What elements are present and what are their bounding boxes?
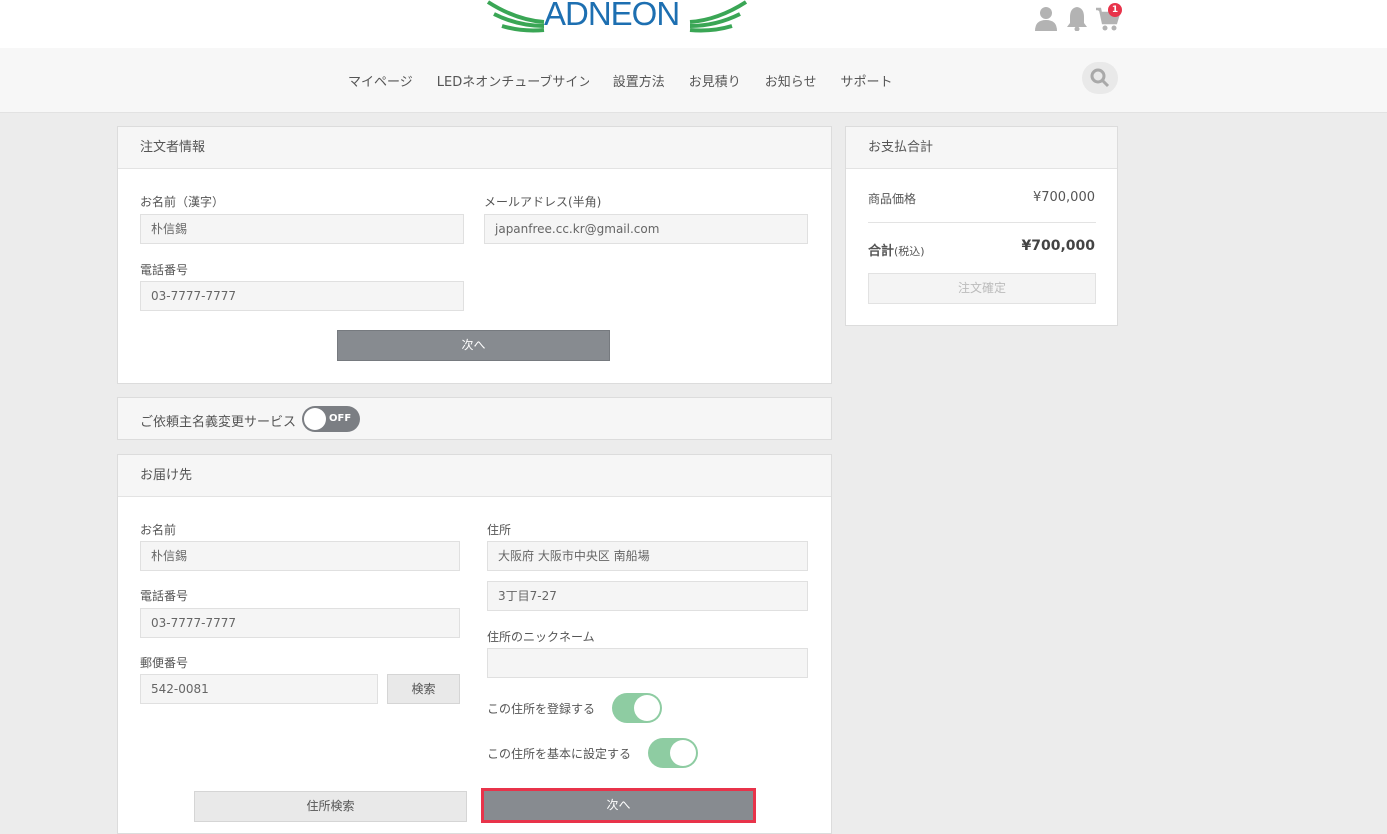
total-label-text: 合計 xyxy=(868,244,895,259)
nav-item-installation[interactable]: 設置方法 xyxy=(613,71,665,90)
payment-summary-panel: お支払合計 商品価格 ¥700,000 合計(税込) ¥700,000 注文確定 xyxy=(845,126,1118,326)
total-tax-note: (税込) xyxy=(894,245,925,258)
name-change-toggle[interactable]: OFF xyxy=(302,406,360,432)
bell-icon[interactable] xyxy=(1066,5,1088,31)
orderer-name-input[interactable]: 朴信錫 xyxy=(140,214,464,244)
confirm-order-button[interactable]: 注文確定 xyxy=(868,273,1096,304)
toggle-knob xyxy=(634,695,660,721)
nav-item-support[interactable]: サポート xyxy=(841,71,893,90)
product-price-label: 商品価格 xyxy=(868,192,917,206)
search-button[interactable] xyxy=(1082,62,1118,94)
toggle-off-text: OFF xyxy=(329,413,352,424)
orderer-email-input[interactable]: japanfree.cc.kr@gmail.com xyxy=(484,214,808,244)
delivery-name-label: お名前 xyxy=(140,523,177,537)
cart-count-badge: 1 xyxy=(1108,3,1122,17)
orderer-panel: 注文者情報 お名前（漢字） 朴信錫 メールアドレス(半角) japanfree.… xyxy=(117,126,832,384)
summary-divider xyxy=(868,222,1096,223)
register-address-label: この住所を登録する xyxy=(487,702,596,716)
delivery-phone-input[interactable]: 03-7777-7777 xyxy=(140,608,460,638)
top-header: ADNEON 1 xyxy=(0,0,1387,48)
orderer-name-label: お名前（漢字） xyxy=(140,195,225,209)
zip-search-button[interactable]: 検索 xyxy=(387,674,460,704)
user-icon[interactable] xyxy=(1034,5,1058,31)
nav-item-mypage[interactable]: マイページ xyxy=(348,71,413,90)
total-label: 合計(税込) xyxy=(868,240,925,259)
address-nickname-label: 住所のニックネーム xyxy=(487,630,595,644)
main-nav-bar: マイページ LEDネオンチューブサイン 設置方法 お見積り お知らせ サポート xyxy=(0,48,1387,113)
adneon-logo[interactable]: ADNEON xyxy=(486,0,748,36)
name-change-service-title: ご依頼主名義変更サービス xyxy=(140,415,297,430)
default-address-toggle[interactable] xyxy=(648,738,698,768)
payment-summary-title: お支払合計 xyxy=(846,127,1117,169)
delivery-panel-title: お届け先 xyxy=(118,455,831,497)
logo-text: ADNEON xyxy=(544,0,680,32)
address-label: 住所 xyxy=(487,523,512,537)
product-price-value: ¥700,000 xyxy=(1032,190,1095,205)
orderer-next-button[interactable]: 次へ xyxy=(337,330,610,361)
name-change-service-panel: ご依頼主名義変更サービス OFF xyxy=(117,397,832,440)
zip-code-input[interactable]: 542-0081 xyxy=(140,674,378,704)
delivery-name-input[interactable]: 朴信錫 xyxy=(140,541,460,571)
nav-item-led-neon[interactable]: LEDネオンチューブサイン xyxy=(437,71,589,90)
nav-item-estimate[interactable]: お見積り xyxy=(689,71,741,90)
address-line2-input[interactable]: 3丁目7-27 xyxy=(487,581,808,611)
orderer-phone-input[interactable]: 03-7777-7777 xyxy=(140,281,464,311)
total-value: ¥700,000 xyxy=(1021,238,1095,254)
orderer-phone-label: 電話番号 xyxy=(140,263,189,277)
register-address-toggle[interactable] xyxy=(612,693,662,723)
address-search-button[interactable]: 住所検索 xyxy=(194,791,467,822)
address-nickname-input[interactable] xyxy=(487,648,808,678)
delivery-phone-label: 電話番号 xyxy=(140,589,189,603)
orderer-panel-title: 注文者情報 xyxy=(118,127,831,169)
main-nav: マイページ LEDネオンチューブサイン 設置方法 お見積り お知らせ サポート xyxy=(348,48,917,113)
nav-item-news[interactable]: お知らせ xyxy=(765,71,817,90)
orderer-email-label: メールアドレス(半角) xyxy=(484,195,602,209)
search-icon xyxy=(1090,68,1110,88)
right-wing-icon xyxy=(689,0,748,33)
left-wing-icon xyxy=(486,0,545,33)
toggle-knob xyxy=(304,408,326,430)
zip-code-label: 郵便番号 xyxy=(140,656,189,670)
address-line1-input[interactable]: 大阪府 大阪市中央区 南船場 xyxy=(487,541,808,571)
delivery-panel: お届け先 お名前 朴信錫 電話番号 03-7777-7777 郵便番号 542-… xyxy=(117,454,832,834)
default-address-label: この住所を基本に設定する xyxy=(487,747,632,761)
toggle-knob xyxy=(670,740,696,766)
delivery-next-button[interactable]: 次へ xyxy=(481,788,756,823)
